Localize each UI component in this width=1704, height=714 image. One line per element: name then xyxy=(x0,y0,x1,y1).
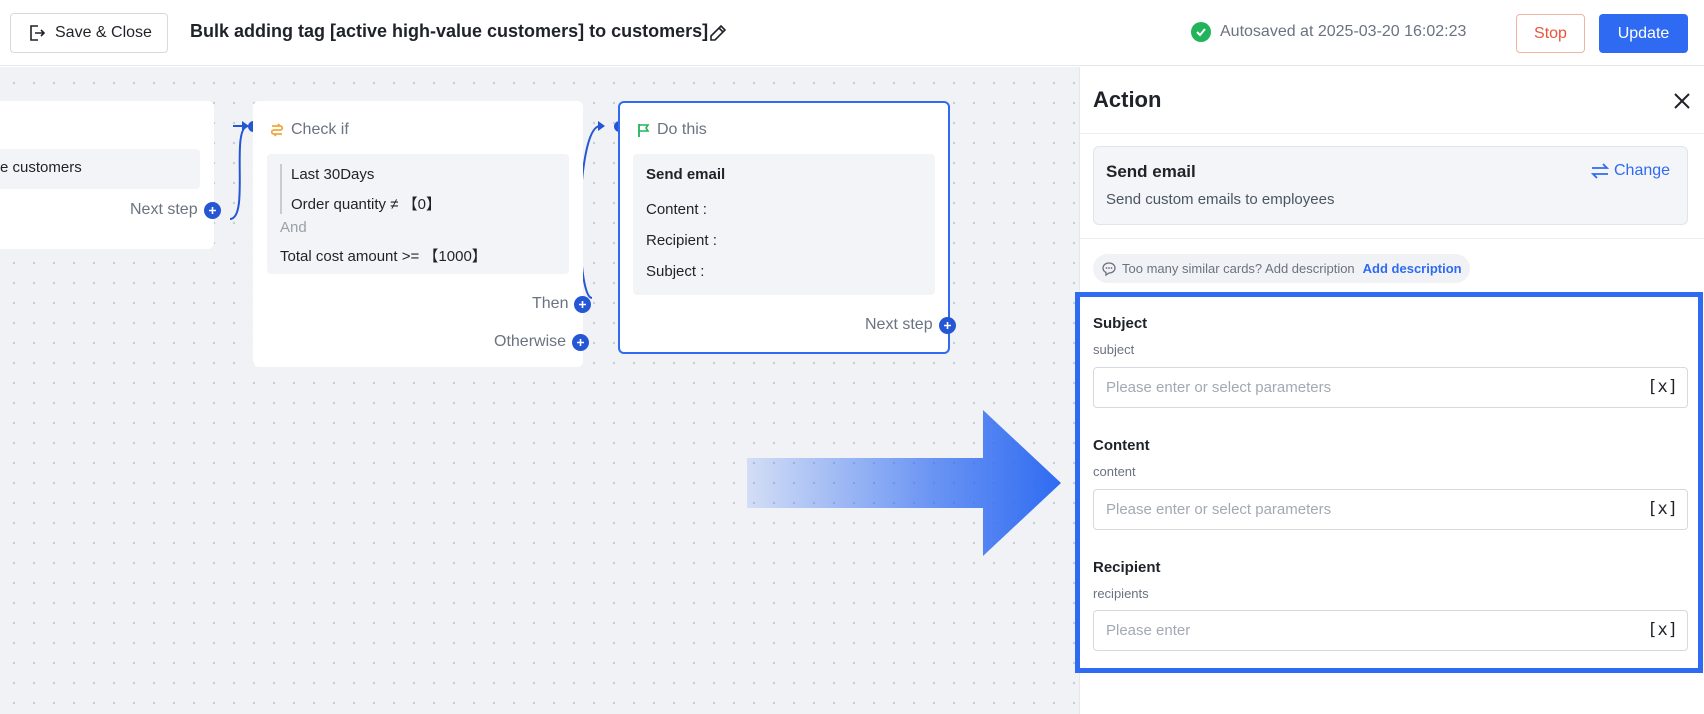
action-summary-row: Recipient : xyxy=(646,232,717,249)
save-close-label: Save & Close xyxy=(55,24,152,41)
panel-title: Action xyxy=(1093,87,1162,112)
selected-action-name: Send email xyxy=(1106,162,1196,181)
condition-item: Order quantity ≠ 【0】 xyxy=(291,196,441,213)
change-action-button[interactable]: Change xyxy=(1591,162,1670,180)
condition-item: Total cost amount >= 【1000】 xyxy=(280,248,487,265)
change-label: Change xyxy=(1614,162,1671,179)
check-if-card[interactable]: Check if Last 30Days Order quantity ≠ 【0… xyxy=(253,101,592,367)
description-hint-text: Too many similar cards? Add description xyxy=(1122,261,1355,276)
divider xyxy=(1080,133,1704,134)
condition-joiner: And xyxy=(280,219,307,236)
selected-action-card: Send email Send custom emails to employe… xyxy=(1093,146,1688,225)
check-circle-icon xyxy=(1191,22,1211,42)
trigger-card[interactable]: n e customers Next step xyxy=(0,101,221,249)
page-title: Bulk adding tag [active high-value custo… xyxy=(190,21,709,41)
workflow-canvas[interactable]: n e customers Next step Check if Last 30… xyxy=(0,67,1079,714)
add-description-link[interactable]: Add description xyxy=(1363,261,1462,276)
otherwise-label: Otherwise xyxy=(494,333,567,350)
action-summary-row: Subject : xyxy=(646,263,705,280)
condition-group-line xyxy=(280,164,282,214)
do-this-title: Do this xyxy=(657,121,707,138)
condition-item: Last 30Days xyxy=(291,166,375,183)
do-this-header: Do this xyxy=(637,121,707,139)
action-summary-title: Send email xyxy=(646,166,726,183)
save-close-button[interactable]: Save & Close xyxy=(10,13,168,53)
autosave-text: Autosaved at 2025-03-20 16:02:23 xyxy=(1220,23,1467,40)
next-step-label: Next step xyxy=(130,201,198,218)
check-if-header: Check if xyxy=(270,121,349,139)
otherwise-branch[interactable]: Otherwise xyxy=(494,333,590,351)
trigger-next-step[interactable]: Next step xyxy=(130,201,221,219)
add-step-icon[interactable] xyxy=(938,316,956,334)
exit-icon xyxy=(30,25,45,41)
action-summary-box: Send email Content : Recipient : Subject… xyxy=(633,154,935,295)
close-icon[interactable] xyxy=(1673,92,1691,115)
branch-icon xyxy=(270,123,284,137)
check-if-title: Check if xyxy=(291,121,349,138)
pointer-arrow-icon xyxy=(747,410,1061,556)
add-step-icon[interactable] xyxy=(203,201,221,219)
trigger-card-content: e customers xyxy=(0,149,200,189)
condition-box: Last 30Days Order quantity ≠ 【0】 And Tot… xyxy=(267,154,569,274)
autosave-status: Autosaved at 2025-03-20 16:02:23 xyxy=(1191,22,1466,42)
add-step-icon[interactable] xyxy=(572,333,590,351)
swap-icon xyxy=(1591,163,1609,179)
highlight-frame xyxy=(1075,292,1703,673)
description-hint: Too many similar cards? Add description … xyxy=(1093,254,1470,283)
selected-action-description: Send custom emails to employees xyxy=(1106,191,1335,208)
add-step-icon[interactable] xyxy=(574,295,592,313)
edit-title-icon[interactable] xyxy=(708,23,728,48)
do-this-next-step[interactable]: Next step xyxy=(865,316,956,334)
comment-icon xyxy=(1102,261,1116,276)
action-summary-row: Content : xyxy=(646,201,707,218)
top-bar: Save & Close Bulk adding tag [active hig… xyxy=(0,0,1704,66)
update-button[interactable]: Update xyxy=(1599,14,1688,53)
next-step-label: Next step xyxy=(865,316,933,333)
stop-button[interactable]: Stop xyxy=(1516,14,1585,53)
then-label: Then xyxy=(532,295,569,312)
do-this-card[interactable]: Do this Send email Content : Recipient :… xyxy=(618,101,956,354)
divider xyxy=(1080,238,1704,239)
then-branch[interactable]: Then xyxy=(532,295,592,313)
flag-icon xyxy=(638,123,650,137)
